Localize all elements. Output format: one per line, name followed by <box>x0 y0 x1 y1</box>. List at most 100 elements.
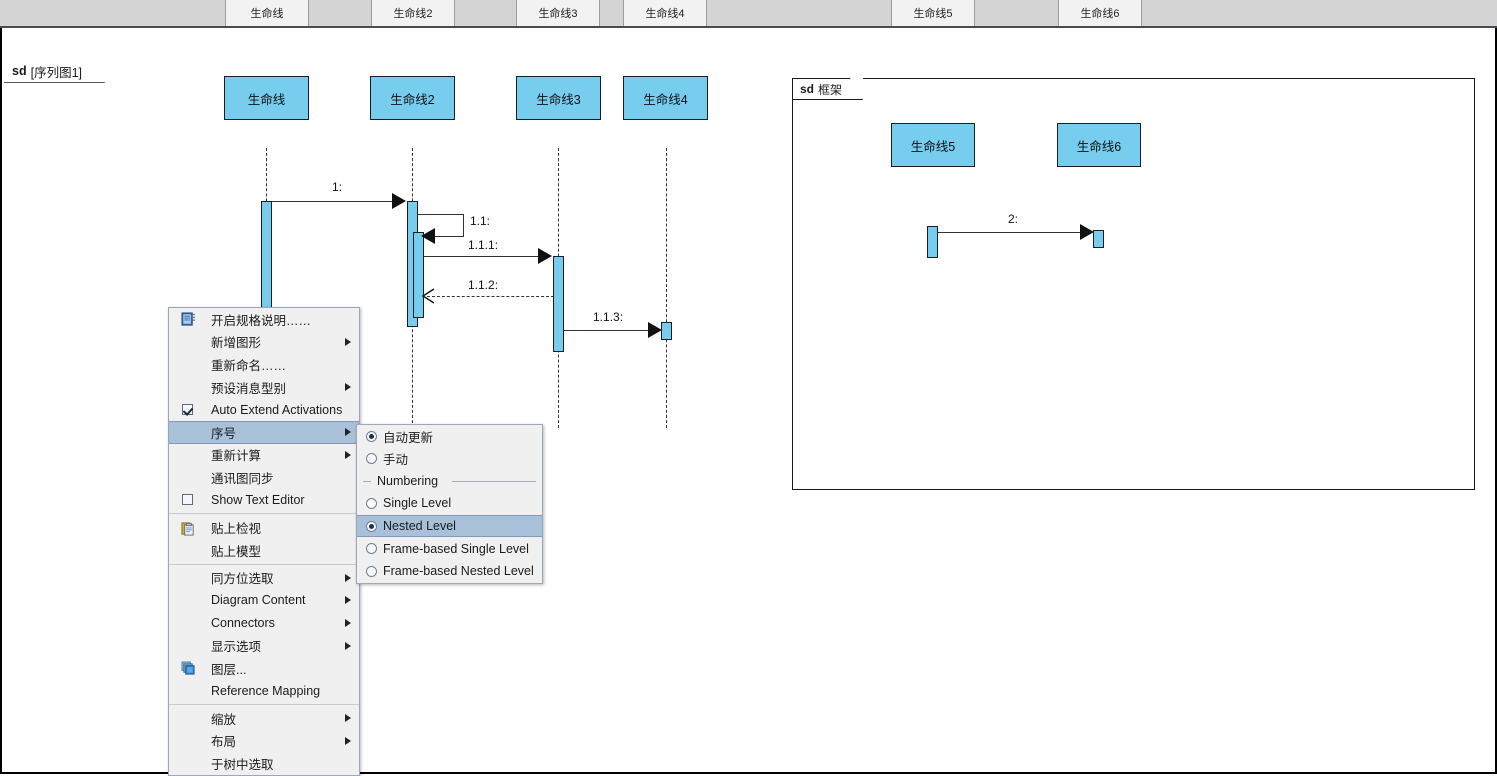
menu-item-0[interactable]: 开启规格说明…… <box>169 308 359 331</box>
submenu-arrow-icon <box>345 596 351 605</box>
menu-item-20[interactable]: 缩放 <box>169 707 359 730</box>
menu-item-11[interactable]: 贴上模型 <box>169 539 359 562</box>
column-tab-5[interactable]: 生命线5 <box>891 0 975 26</box>
menu-item-label: 预设消息型别 <box>211 381 287 396</box>
frame-keyword: sd <box>12 64 27 78</box>
menu-item-13[interactable]: 同方位选取 <box>169 567 359 590</box>
lifeline-box-6[interactable]: 生命线6 <box>1057 123 1141 167</box>
menu-item-14[interactable]: Diagram Content <box>169 589 359 612</box>
inner-frame-name: 框架 <box>818 82 843 97</box>
message-line-1-1-bottom[interactable] <box>432 236 464 237</box>
menu-item-3[interactable]: 预设消息型别 <box>169 376 359 399</box>
submenu-option-1[interactable]: 手动 <box>357 448 542 471</box>
message-arrowhead-1-1-2 <box>421 288 435 304</box>
submenu-arrow-icon <box>345 619 351 628</box>
menu-item-4[interactable]: Auto Extend Activations <box>169 398 359 421</box>
message-line-1-1-1[interactable] <box>424 256 540 257</box>
checkbox-unchecked-icon[interactable] <box>182 494 193 506</box>
submenu-option-0[interactable]: 自动更新 <box>357 425 542 448</box>
numbering-option-1[interactable]: Nested Level <box>357 514 542 538</box>
message-label-2: 2: <box>1008 212 1019 226</box>
column-tab-1[interactable]: 生命线 <box>225 0 309 26</box>
radio-unselected-icon[interactable] <box>366 453 377 465</box>
numbering-option-2[interactable]: Frame-based Single Level <box>357 537 542 560</box>
message-arrowhead-2 <box>1080 224 1094 240</box>
menu-item-17[interactable]: 图层... <box>169 657 359 680</box>
numbering-group-label: Numbering <box>357 470 542 492</box>
context-menu[interactable]: 开启规格说明…… 新增图形重新命名…… 预设消息型别 Auto Extend Acti… <box>168 307 360 776</box>
radio-unselected-icon[interactable] <box>366 497 377 509</box>
lifeline-box-3[interactable]: 生命线3 <box>516 76 601 120</box>
lifeline-box-4[interactable]: 生命线4 <box>623 76 708 120</box>
menu-item-21[interactable]: 布局 <box>169 730 359 753</box>
radio-unselected-icon[interactable] <box>366 565 377 577</box>
menu-item-1[interactable]: 新增图形 <box>169 331 359 354</box>
column-tab-2[interactable]: 生命线2 <box>371 0 455 26</box>
activation-bar-lifeline2-inner[interactable] <box>413 232 424 318</box>
column-tab-label: 生命线 <box>250 8 284 20</box>
diagram-frame-tab: sd [序列图1] <box>4 59 105 83</box>
column-tab-6[interactable]: 生命线6 <box>1058 0 1142 26</box>
numbering-option-label: Single Level <box>383 496 452 511</box>
inner-frame-keyword: sd <box>800 82 815 96</box>
checkbox-checked-icon[interactable] <box>182 403 193 415</box>
column-tab-3[interactable]: 生命线3 <box>516 0 600 26</box>
message-line-2[interactable] <box>932 232 1082 233</box>
menu-item-5[interactable]: 序号 <box>169 420 359 444</box>
column-tab-label: 生命线3 <box>538 8 578 20</box>
submenu-arrow-icon <box>345 383 351 392</box>
message-label-1: 1: <box>332 180 343 194</box>
message-line-1-1-3[interactable] <box>564 330 650 331</box>
column-tab-label: 生命线2 <box>393 8 433 20</box>
menu-item-label: 重新命名…… <box>211 358 287 373</box>
menu-item-8[interactable]: Show Text Editor <box>169 489 359 512</box>
lifeline-dash-4 <box>666 148 667 428</box>
menu-separator <box>169 513 359 515</box>
radio-selected-icon[interactable] <box>366 520 377 532</box>
lifeline-label-4: 生命线4 <box>643 92 688 107</box>
message-line-1[interactable] <box>266 201 394 202</box>
menu-item-label: 序号 <box>211 426 237 441</box>
numbering-option-label: Frame-based Single Level <box>383 541 529 556</box>
radio-unselected-icon[interactable] <box>366 543 377 555</box>
lifeline-box-2[interactable]: 生命线2 <box>370 76 455 120</box>
numbering-submenu[interactable]: 自动更新手动 Numbering Single Level Nested Level F… <box>356 424 543 584</box>
lifeline-box-5[interactable]: 生命线5 <box>891 123 975 167</box>
menu-item-18[interactable]: Reference Mapping <box>169 680 359 703</box>
submenu-option-label: 手动 <box>383 453 409 468</box>
menu-item-7[interactable]: 通讯图同步 <box>169 466 359 489</box>
menu-separator <box>169 563 359 565</box>
column-tab-4[interactable]: 生命线4 <box>623 0 707 26</box>
numbering-option-label: Frame-based Nested Level <box>383 564 534 579</box>
message-label-1-1-1: 1.1.1: <box>468 238 499 252</box>
menu-item-label: Show Text Editor <box>211 493 305 508</box>
menu-item-label: 贴上模型 <box>211 544 262 559</box>
message-arrowhead-1-1-1 <box>538 248 552 264</box>
activation-bar-lifeline3[interactable] <box>553 256 564 352</box>
activation-bar-lifeline6[interactable] <box>1093 230 1104 248</box>
lifeline-label-3: 生命线3 <box>536 92 581 107</box>
menu-item-10[interactable]: 贴上检视 <box>169 516 359 539</box>
menu-item-15[interactable]: Connectors <box>169 612 359 635</box>
message-label-1-1-3: 1.1.3: <box>593 310 624 324</box>
menu-item-label: 贴上检视 <box>211 522 262 537</box>
lifeline-box-1[interactable]: 生命线 <box>224 76 309 120</box>
numbering-option-0[interactable]: Single Level <box>357 492 542 515</box>
numbering-option-3[interactable]: Frame-based Nested Level <box>357 560 542 583</box>
radio-selected-icon[interactable] <box>366 430 377 442</box>
menu-item-label: 显示选项 <box>211 640 262 655</box>
menu-item-22[interactable]: 于树中选取 <box>169 752 359 775</box>
submenu-arrow-icon <box>345 428 351 437</box>
column-header-strip: 生命线 生命线2 生命线3 生命线4 生命线5 生命线6 <box>0 0 1497 28</box>
menu-item-label: 新增图形 <box>211 336 262 351</box>
message-line-1-1-right <box>463 214 464 236</box>
menu-item-6[interactable]: 重新计算 <box>169 444 359 467</box>
message-line-1-1-2[interactable] <box>427 296 554 297</box>
submenu-arrow-icon <box>345 641 351 650</box>
message-line-1-1-top[interactable] <box>418 214 464 215</box>
activation-bar-lifeline5[interactable] <box>927 226 938 258</box>
submenu-arrow-icon <box>345 450 351 459</box>
activation-bar-lifeline4[interactable] <box>661 322 672 340</box>
menu-item-16[interactable]: 显示选项 <box>169 634 359 657</box>
menu-item-2[interactable]: 重新命名…… <box>169 353 359 376</box>
